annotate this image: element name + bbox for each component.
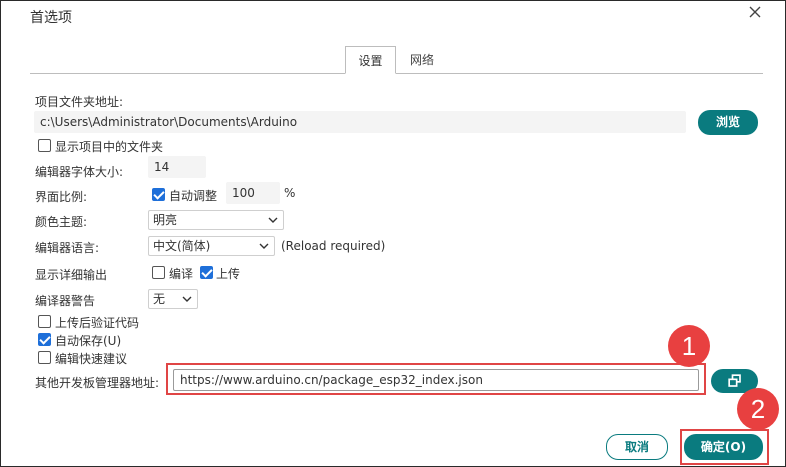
close-icon[interactable] [747,4,763,20]
theme-label: 颜色主题: [35,215,88,229]
quick-suggest-label: 编辑快速建议 [55,352,128,366]
tab-divider [30,73,763,74]
language-select[interactable]: 中文(简体) [148,236,275,256]
auto-save-checkbox[interactable] [38,333,51,346]
auto-scale-checkbox[interactable] [152,188,165,201]
language-value: 中文(简体) [153,239,211,253]
scale-unit: % [284,186,296,200]
reload-note: (Reload required) [281,239,386,253]
chevron-down-icon [259,243,269,249]
tab-settings[interactable]: 设置 [345,46,396,74]
cancel-button[interactable]: 取消 [606,434,668,460]
verbose-compile-checkbox[interactable] [152,266,165,279]
font-size-input[interactable]: 14 [148,156,206,178]
browse-button[interactable]: 浏览 [698,110,758,135]
chevron-down-icon [268,217,278,223]
show-files-label: 显示项目中的文件夹 [55,140,164,154]
theme-value: 明亮 [153,213,178,227]
auto-save-label: 自动保存(U) [55,334,122,348]
theme-select[interactable]: 明亮 [148,210,284,230]
tab-network[interactable]: 网络 [402,46,442,74]
warnings-select[interactable]: 无 [148,289,198,309]
auto-scale-label: 自动调整 [169,189,218,203]
ok-button[interactable]: 确定(O) [684,434,763,460]
quick-suggest-checkbox[interactable] [38,351,51,364]
verify-upload-label: 上传后验证代码 [55,316,140,330]
show-files-checkbox[interactable] [38,139,51,152]
sketchbook-label: 项目文件夹地址: [35,95,124,109]
verbose-label: 显示详细输出 [35,268,108,282]
verbose-compile-label: 编译 [169,267,194,281]
verbose-upload-checkbox[interactable] [200,266,213,279]
open-window-icon [727,374,741,387]
warnings-label: 编译器警告 [35,294,96,308]
verbose-upload-label: 上传 [216,267,241,281]
scale-input[interactable]: 100 [226,182,280,204]
language-label: 编辑器语言: [35,241,100,255]
scale-label: 界面比例: [35,190,88,204]
annotation-badge-2: 2 [737,388,779,430]
annotation-badge-1: 1 [668,325,710,367]
sketchbook-path-input[interactable]: c:\Users\Administrator\Documents\Arduino [34,111,686,133]
chevron-down-icon [182,296,192,302]
board-urls-input[interactable]: https://www.arduino.cn/package_esp32_ind… [173,369,699,391]
font-size-label: 编辑器字体大小: [35,165,124,179]
dialog-title: 首选项 [30,10,72,26]
warnings-value: 无 [153,292,166,306]
board-urls-label: 其他开发板管理器地址: [35,376,160,390]
verify-upload-checkbox[interactable] [38,315,51,328]
